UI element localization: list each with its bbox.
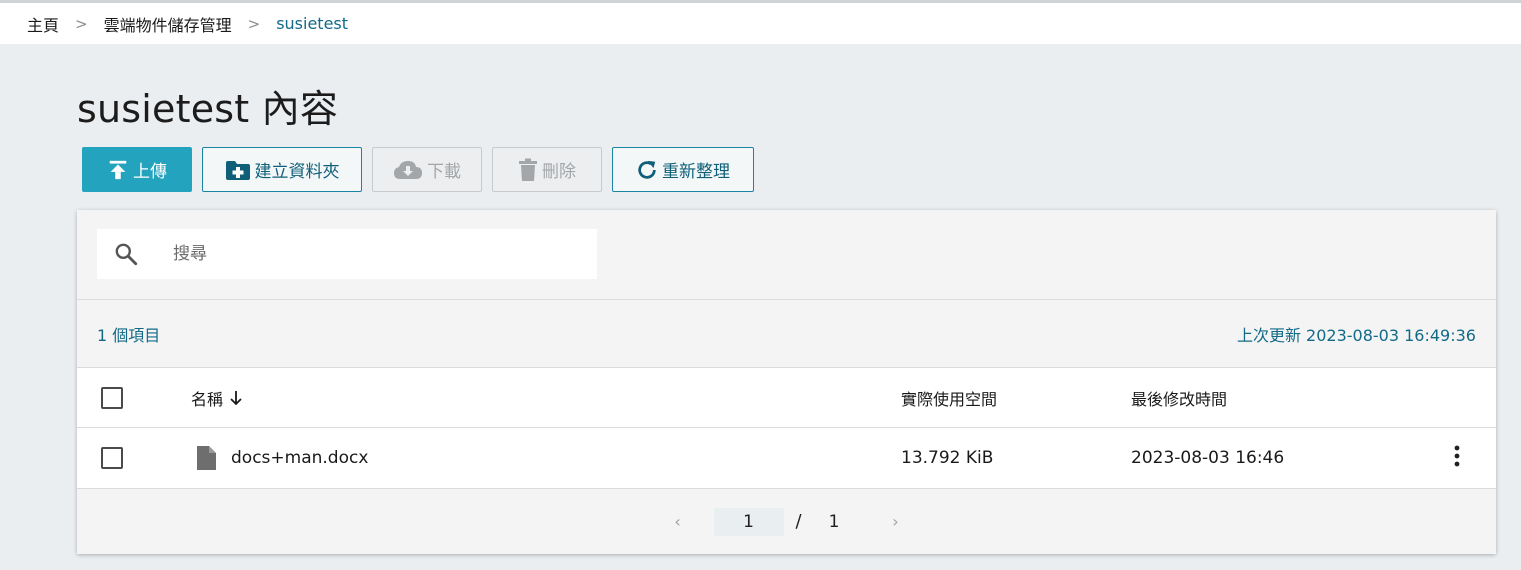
folder-add-icon [225,159,251,181]
upload-label: 上傳 [133,162,167,182]
search-icon [97,241,155,267]
column-header-modified[interactable]: 最後修改時間 [1131,368,1227,427]
item-count: 1 個項目 [97,325,161,345]
upload-button[interactable]: 上傳 [82,147,192,192]
column-header-name-label: 名稱 [191,389,224,409]
row-checkbox[interactable] [101,447,123,469]
column-header-name[interactable]: 名稱 [191,368,243,427]
table-row[interactable]: docs+man.docx 13.792 KiB 2023-08-03 16:4… [77,428,1496,489]
sort-arrow-down-icon [229,390,243,406]
info-bar: 1 個項目 上次更新 2023-08-03 16:49:36 [77,300,1496,368]
search-box [97,229,597,279]
file-size: 13.792 KiB [901,448,994,468]
file-name-cell[interactable]: docs+man.docx [191,428,368,488]
refresh-button[interactable]: 重新整理 [612,147,754,192]
next-page-button[interactable]: › [885,512,905,531]
breadcrumb-home[interactable]: 主頁 [27,12,59,36]
select-all-checkbox[interactable] [101,386,123,409]
create-folder-button[interactable]: 建立資料夾 [202,147,362,192]
refresh-label: 重新整理 [662,162,730,182]
breadcrumb: 主頁 > 雲端物件儲存管理 > susietest [0,3,1521,44]
total-pages: 1 [828,511,840,532]
upload-icon [107,159,129,181]
search-input[interactable] [173,244,573,264]
breadcrumb-separator: > [247,14,261,33]
trash-icon [518,158,538,182]
more-vertical-icon [1454,445,1460,472]
download-label: 下載 [427,162,461,182]
file-name[interactable]: docs+man.docx [231,448,368,468]
delete-label: 刪除 [542,162,576,182]
breadcrumb-separator: > [75,14,88,33]
file-icon [195,445,217,471]
table-header: 名稱 實際使用空間 最後修改時間 [77,368,1496,428]
breadcrumb-object-storage[interactable]: 雲端物件儲存管理 [104,12,232,36]
file-list-panel: 1 個項目 上次更新 2023-08-03 16:49:36 名稱 實際使用空間… [77,210,1496,554]
refresh-icon [636,159,658,181]
last-updated: 上次更新 2023-08-03 16:49:36 [1236,325,1476,345]
download-button[interactable]: 下載 [372,147,482,192]
toolbar: 上傳 建立資料夾 下載 刪除 重新整理 [82,147,754,192]
page-title: susietest 內容 [77,87,339,131]
pagination: ‹ / 1 › [77,489,1496,554]
column-header-size[interactable]: 實際使用空間 [901,368,997,427]
prev-page-button[interactable]: ‹ [668,512,688,531]
cloud-download-icon [393,159,423,181]
row-more-button[interactable] [1449,428,1465,488]
search-area [77,210,1496,300]
page-number-input[interactable] [713,507,784,536]
delete-button[interactable]: 刪除 [492,147,602,192]
breadcrumb-current: susietest [276,14,349,33]
create-folder-label: 建立資料夾 [254,162,340,182]
file-modified: 2023-08-03 16:46 [1131,448,1285,468]
page-separator: / [795,511,802,532]
